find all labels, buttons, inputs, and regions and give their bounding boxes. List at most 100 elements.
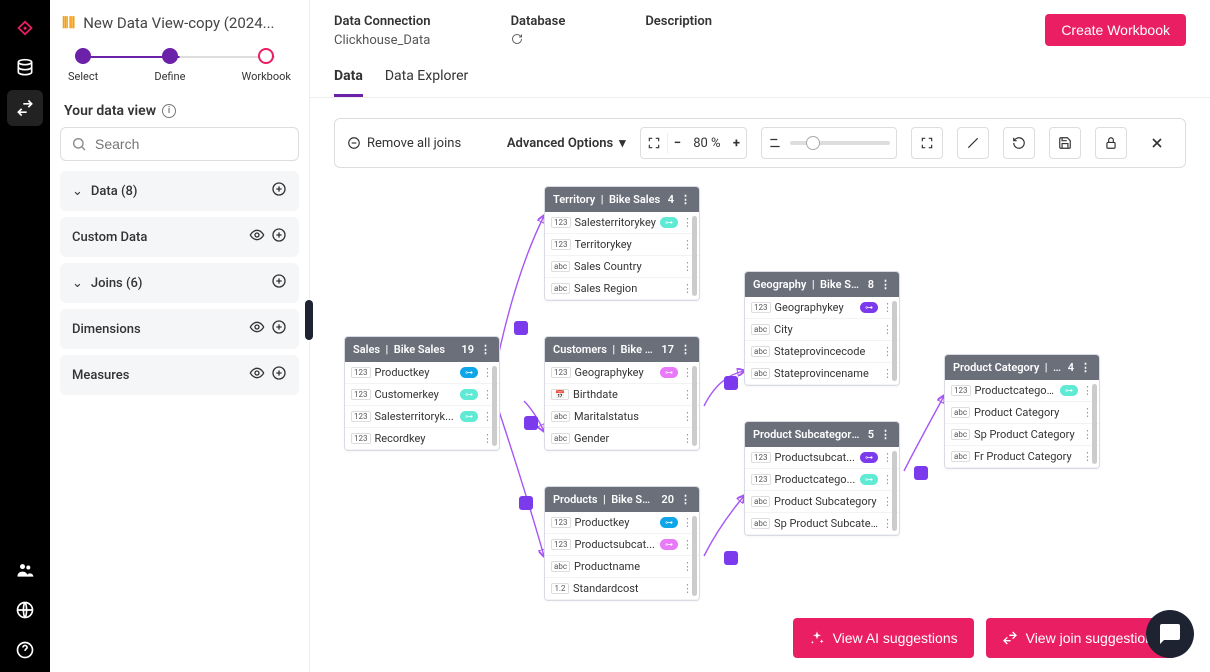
node-header[interactable]: Sales | Bike Sales 19 ⋮	[345, 337, 499, 362]
sidebar-item[interactable]: ⌄Joins (6)	[60, 263, 299, 303]
fit-icon[interactable]	[647, 136, 661, 150]
column-row[interactable]: 123 Salesterritoryk... ⊶ ⋮	[345, 406, 499, 428]
step-select[interactable]: Select	[68, 48, 98, 83]
column-row[interactable]: 123 Geographykey ⊶ ⋮	[745, 297, 899, 319]
join-connector[interactable]	[519, 496, 533, 510]
kebab-icon[interactable]: ⋮	[1080, 361, 1091, 374]
search-box[interactable]	[60, 127, 299, 161]
column-row[interactable]: abc Sp Product Category ⋮	[945, 424, 1099, 446]
kebab-icon[interactable]: ⋮	[480, 343, 491, 356]
column-row[interactable]: 123 Salesterritorykey ⊶ ⋮	[545, 212, 699, 234]
column-row[interactable]: 123 Productkey ⊶ ⋮	[545, 512, 699, 534]
eye-icon[interactable]	[249, 227, 265, 247]
scrollbar[interactable]	[892, 301, 897, 381]
plus-icon[interactable]	[271, 319, 287, 339]
sidebar-item[interactable]: Custom Data	[60, 217, 299, 257]
table-node-subcat[interactable]: Product Subcategory | Bik... 5 ⋮ 123 Pro…	[744, 421, 900, 536]
join-connector[interactable]	[524, 416, 538, 430]
column-row[interactable]: 123 Productkey ⊶ ⋮	[345, 362, 499, 384]
column-row[interactable]: 1.2 Standardcost ⋮	[545, 578, 699, 600]
plus-icon[interactable]	[271, 181, 287, 201]
column-row[interactable]: abc Sales Region ⋮	[545, 278, 699, 300]
node-header[interactable]: Geography | Bike Sales 8 ⋮	[745, 272, 899, 297]
nav-globe-icon[interactable]	[7, 592, 43, 628]
column-row[interactable]: abc Productname ⋮	[545, 556, 699, 578]
column-row[interactable]: 123 Recordkey ⋮	[345, 428, 499, 450]
table-node-territory[interactable]: Territory | Bike Sales 4 ⋮ 123 Salesterr…	[544, 186, 700, 301]
nav-help-icon[interactable]	[7, 632, 43, 668]
lock-button[interactable]	[1095, 127, 1127, 159]
brand-logo[interactable]: ⟐	[7, 10, 43, 46]
column-row[interactable]: 123 Productsubcat... ⊶ ⋮	[545, 534, 699, 556]
step-define[interactable]: Define	[154, 48, 185, 83]
nav-database-icon[interactable]	[7, 50, 43, 86]
column-row[interactable]: 123 Customerkey ⊶ ⋮	[345, 384, 499, 406]
column-row[interactable]: 123 Productsubcat... ⊶ ⋮	[745, 447, 899, 469]
column-row[interactable]: abc Sales Country ⋮	[545, 256, 699, 278]
hdr-database-refresh[interactable]	[511, 33, 566, 45]
table-node-customers[interactable]: Customers | Bike Sales 17 ⋮ 123 Geograph…	[544, 336, 700, 451]
scrollbar[interactable]	[1092, 384, 1097, 464]
node-header[interactable]: Product Subcategory | Bik... 5 ⋮	[745, 422, 899, 447]
line-button[interactable]	[957, 127, 989, 159]
info-icon[interactable]: i	[162, 104, 176, 118]
resize-handle[interactable]	[305, 300, 313, 340]
step-workbook[interactable]: Workbook	[242, 48, 291, 83]
node-header[interactable]: Territory | Bike Sales 4 ⋮	[545, 187, 699, 212]
column-row[interactable]: abc Gender ⋮	[545, 428, 699, 450]
kebab-icon[interactable]: ⋮	[680, 493, 691, 506]
column-row[interactable]: abc Product Subcategory ⋮	[745, 491, 899, 513]
column-row[interactable]: abc Product Category ⋮	[945, 402, 1099, 424]
column-row[interactable]: abc Maritalstatus ⋮	[545, 406, 699, 428]
kebab-icon[interactable]: ⋮	[680, 343, 691, 356]
join-connector[interactable]	[514, 321, 528, 335]
eye-icon[interactable]	[249, 365, 265, 385]
column-row[interactable]: abc Fr Product Category ⋮	[945, 446, 1099, 468]
scrollbar[interactable]	[692, 216, 697, 296]
node-header[interactable]: Customers | Bike Sales 17 ⋮	[545, 337, 699, 362]
join-connector[interactable]	[724, 376, 738, 390]
intercom-launcher[interactable]	[1146, 610, 1194, 658]
scrollbar[interactable]	[692, 516, 697, 596]
column-row[interactable]: 123 Territorykey ⋮	[545, 234, 699, 256]
sidebar-item[interactable]: Dimensions	[60, 309, 299, 349]
table-node-sales[interactable]: Sales | Bike Sales 19 ⋮ 123 Productkey ⊶…	[344, 336, 500, 451]
close-button[interactable]	[1141, 127, 1173, 159]
column-row[interactable]: 123 Productcatego... ⊶ ⋮	[745, 469, 899, 491]
plus-icon[interactable]	[271, 365, 287, 385]
sidebar-item[interactable]: ⌄Data (8)	[60, 171, 299, 211]
nav-model-icon[interactable]	[7, 90, 43, 126]
search-input[interactable]	[95, 136, 288, 152]
join-connector[interactable]	[724, 551, 738, 565]
node-header[interactable]: Products | Bike Sales 20 ⋮	[545, 487, 699, 512]
remove-all-joins-button[interactable]: Remove all joins	[347, 136, 461, 151]
kebab-icon[interactable]: ⋮	[880, 278, 891, 291]
save-button[interactable]	[1049, 127, 1081, 159]
column-row[interactable]: abc Sp Product Subcateg... ⋮	[745, 513, 899, 535]
fullscreen-button[interactable]	[911, 127, 943, 159]
table-node-products[interactable]: Products | Bike Sales 20 ⋮ 123 Productke…	[544, 486, 700, 601]
column-row[interactable]: 123 Productcategoryk... ⊶ ⋮	[945, 380, 1099, 402]
tab-data-explorer[interactable]: Data Explorer	[385, 68, 468, 97]
undo-button[interactable]	[1003, 127, 1035, 159]
column-row[interactable]: 📅 Birthdate ⋮	[545, 384, 699, 406]
kebab-icon[interactable]: ⋮	[680, 193, 691, 206]
create-workbook-button[interactable]: Create Workbook	[1045, 14, 1186, 46]
eye-icon[interactable]	[249, 319, 265, 339]
column-row[interactable]: abc Stateprovincecode ⋮	[745, 341, 899, 363]
column-row[interactable]: abc Stateprovincename ⋮	[745, 363, 899, 385]
column-row[interactable]: abc City ⋮	[745, 319, 899, 341]
view-ai-suggestions-button[interactable]: View AI suggestions	[793, 618, 974, 658]
table-node-geography[interactable]: Geography | Bike Sales 8 ⋮ 123 Geography…	[744, 271, 900, 386]
node-header[interactable]: Product Category | Bike S... 4 ⋮	[945, 355, 1099, 380]
nav-people-icon[interactable]	[7, 552, 43, 588]
kebab-icon[interactable]: ⋮	[880, 428, 891, 441]
scrollbar[interactable]	[892, 451, 897, 531]
spacing-slider[interactable]	[761, 127, 897, 159]
zoom-out-button[interactable]: −	[674, 136, 681, 151]
plus-icon[interactable]	[271, 227, 287, 247]
join-connector[interactable]	[914, 466, 928, 480]
advanced-options-button[interactable]: Advanced Options ▾	[507, 136, 626, 151]
table-node-category[interactable]: Product Category | Bike S... 4 ⋮ 123 Pro…	[944, 354, 1100, 469]
scrollbar[interactable]	[492, 366, 497, 446]
